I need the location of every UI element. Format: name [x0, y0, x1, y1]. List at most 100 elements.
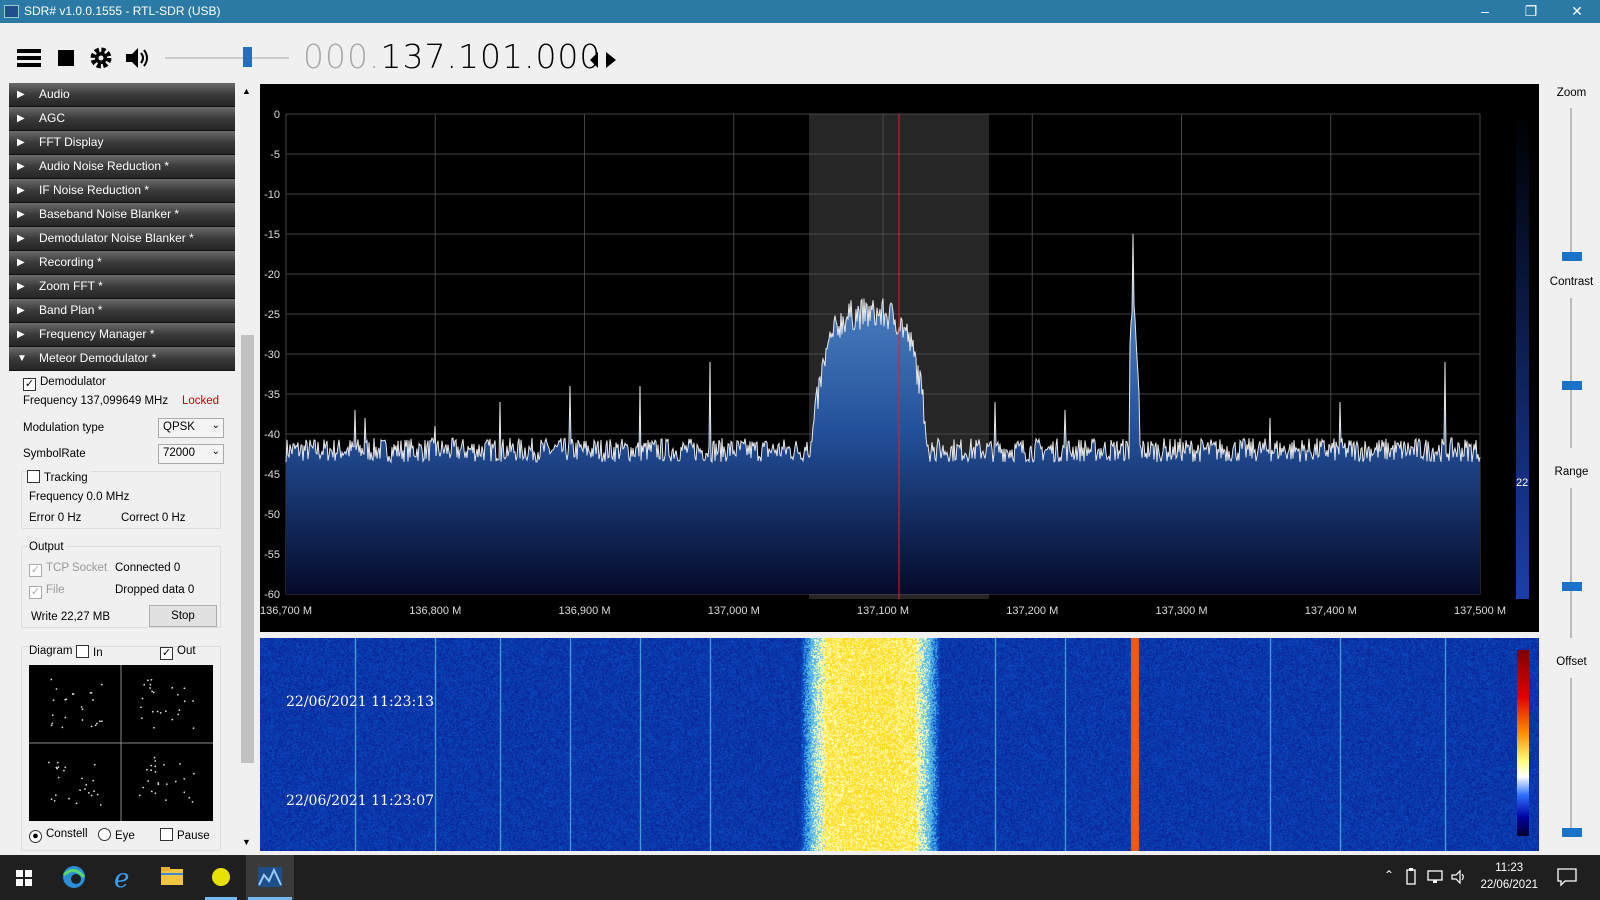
modulation-select[interactable]: QPSK ⌄ — [158, 418, 224, 438]
y-tick-label: -30 — [264, 349, 280, 361]
sidebar-section[interactable]: ▶ Frequency Manager * — [9, 323, 235, 347]
scroll-down-icon[interactable]: ▼ — [242, 837, 251, 847]
scroll-up-icon[interactable]: ▲ — [242, 86, 251, 96]
offset-slider[interactable] — [1562, 828, 1582, 837]
x-tick-label: 136,900 M — [559, 605, 611, 617]
sidebar-section[interactable]: ▶ Audio — [9, 83, 235, 107]
taskbar-clock[interactable]: 11:23 22/06/2021 — [1480, 860, 1538, 894]
y-tick-label: -15 — [264, 229, 280, 241]
spectrum-display[interactable]: 0 -5 -10 -15 -20 -25 -30 -35 -40 -45 -50 -55 -60 136… — [260, 84, 1539, 632]
x-tick-label: 137,000 M — [708, 605, 760, 617]
tuning-arrows-icon[interactable] — [588, 49, 618, 71]
section-meteor-demodulator[interactable]: ▼ Meteor Demodulator * — [9, 347, 235, 371]
close-button[interactable]: ✕ — [1554, 0, 1600, 23]
tray-chevron-icon[interactable]: ⌃ — [1384, 868, 1394, 882]
sidebar-scrollbar[interactable]: ▲ ▼ — [239, 83, 256, 853]
symbolrate-select[interactable]: 72000 ⌄ — [158, 444, 224, 464]
frequency-readout: Frequency 137,099649 MHz — [23, 395, 169, 407]
correct-readout: Correct 0 Hz — [121, 512, 186, 524]
app-icon — [4, 5, 19, 18]
constellation-diagram — [29, 665, 213, 821]
sidebar-section[interactable]: ▶ Zoom FFT * — [9, 275, 235, 299]
file-explorer-icon[interactable] — [148, 855, 196, 900]
sidebar-section[interactable]: ▶ AGC — [9, 107, 235, 131]
eye-radio[interactable]: Eye — [98, 828, 135, 842]
menu-icon[interactable] — [15, 44, 43, 72]
contrast-label: Contrast — [1549, 276, 1594, 288]
file-checkbox[interactable]: ✓ File — [29, 584, 65, 599]
y-tick-label: -35 — [264, 389, 280, 401]
level-bar — [1516, 114, 1529, 599]
in-checkbox[interactable]: In — [76, 645, 103, 659]
chevron-down-icon: ⌄ — [211, 446, 220, 457]
stop-icon[interactable] — [52, 44, 80, 72]
demodulator-checkbox[interactable]: ✓ Demodulator — [23, 376, 106, 391]
check-icon: ✓ — [23, 378, 36, 391]
sidebar-section[interactable]: ▶ Recording * — [9, 251, 235, 275]
modulation-label: Modulation type — [23, 422, 105, 434]
expand-arrow-icon: ▶ — [17, 209, 25, 220]
connected-readout: Connected 0 — [115, 562, 181, 574]
y-tick-label: -25 — [264, 309, 280, 321]
y-tick-label: 0 — [274, 109, 280, 121]
x-tick-label: 137,500 M — [1454, 605, 1506, 617]
stop-button[interactable]: Stop — [149, 605, 217, 627]
waterfall-display[interactable] — [260, 638, 1539, 851]
contrast-slider[interactable] — [1562, 381, 1582, 390]
y-tick-label: -50 — [264, 509, 280, 521]
sidebar-section[interactable]: ▶ Baseband Noise Blanker * — [9, 203, 235, 227]
sidebar-section[interactable]: ▶ Band Plan * — [9, 299, 235, 323]
tracking-frequency: Frequency 0.0 MHz — [29, 491, 130, 503]
y-tick-label: -60 — [264, 589, 280, 601]
clock-date: 22/06/2021 — [1480, 879, 1538, 891]
tracking-checkbox[interactable]: Tracking — [27, 470, 91, 484]
sidebar-section[interactable]: ▶ Demodulator Noise Blanker * — [9, 227, 235, 251]
network-icon[interactable] — [1426, 868, 1444, 886]
clock-time: 11:23 — [1495, 862, 1524, 874]
notification-center-icon[interactable] — [1556, 867, 1578, 887]
constell-radio[interactable]: ● Constell — [29, 828, 88, 843]
volume-tray-icon[interactable] — [1450, 868, 1468, 886]
edge-browser-icon[interactable] — [50, 855, 98, 900]
volume-slider[interactable] — [163, 45, 291, 71]
x-tick-label: 136,700 M — [260, 605, 312, 617]
frequency-display[interactable]: 000.137.101.000 — [303, 37, 601, 76]
expand-arrow-icon: ▶ — [17, 161, 25, 172]
app-yellow-icon[interactable] — [197, 855, 245, 900]
restore-button[interactable]: ❐ — [1508, 0, 1554, 23]
expand-arrow-icon: ▶ — [17, 281, 25, 292]
window-title: SDR# v1.0.0.1555 - RTL-SDR (USB) — [24, 4, 221, 18]
lock-status: Locked — [182, 395, 220, 407]
sidebar-section[interactable]: ▶ FFT Display — [9, 131, 235, 155]
speaker-icon[interactable] — [123, 44, 151, 72]
x-tick-label: 137,100 M — [857, 605, 909, 617]
expand-arrow-icon: ▶ — [17, 233, 25, 244]
sidebar-section[interactable]: ▶ IF Noise Reduction * — [9, 179, 235, 203]
waterfall-colorbar — [1517, 650, 1529, 836]
sidebar-section[interactable]: ▶ Audio Noise Reduction * — [9, 155, 235, 179]
waterfall-timestamp: 22/06/2021 11:23:07 — [286, 793, 435, 809]
display-controls: Zoom Contrast Range Offset — [1543, 84, 1600, 854]
expand-arrow-icon: ▶ — [17, 89, 25, 100]
collapse-arrow-icon: ▼ — [17, 353, 27, 364]
range-slider[interactable] — [1562, 582, 1582, 591]
internet-explorer-icon[interactable]: e — [99, 855, 147, 900]
tcp-socket-checkbox[interactable]: ✓ TCP Socket — [29, 562, 107, 577]
scroll-thumb[interactable] — [241, 335, 254, 763]
zoom-slider[interactable] — [1562, 252, 1582, 261]
expand-arrow-icon: ▶ — [17, 113, 25, 124]
y-tick-label: -10 — [264, 189, 280, 201]
error-readout: Error 0 Hz — [29, 512, 82, 524]
windows-start-icon[interactable] — [0, 855, 48, 900]
x-tick-label: 137,200 M — [1006, 605, 1058, 617]
title-bar: SDR# v1.0.0.1555 - RTL-SDR (USB) – ❐ ✕ — [0, 0, 1600, 23]
y-tick-label: -20 — [264, 269, 280, 281]
y-tick-label: -5 — [270, 149, 280, 161]
usb-device-icon[interactable] — [1403, 868, 1419, 886]
minimize-button[interactable]: – — [1462, 0, 1508, 23]
gear-icon[interactable] — [87, 44, 115, 72]
pause-checkbox[interactable]: Pause — [160, 828, 210, 842]
symbolrate-label: SymbolRate — [23, 448, 86, 460]
out-checkbox[interactable]: ✓ Out — [160, 645, 196, 660]
sdrsharp-taskbar-icon[interactable] — [246, 855, 294, 900]
